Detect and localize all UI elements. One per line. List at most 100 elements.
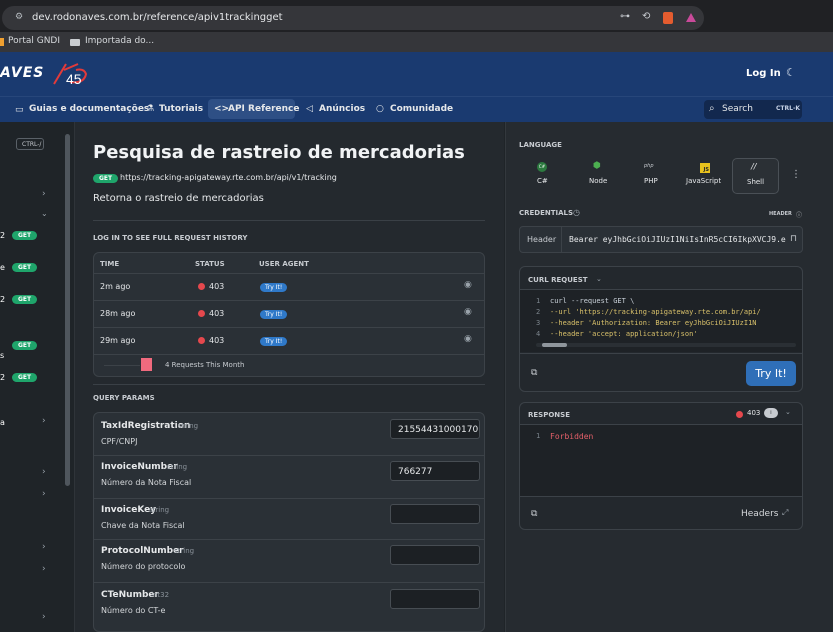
request-history-table: TIME STATUS USER AGENT 2m ago 403 Try It… bbox=[93, 252, 485, 377]
bookmark-imported[interactable]: Importada do... bbox=[85, 36, 154, 46]
curl-request-card: CURL REQUEST ⌄ 1 2 3 4 curl --request GE… bbox=[519, 266, 803, 392]
javascript-icon: JS bbox=[700, 163, 710, 173]
chevron-right-icon[interactable]: › bbox=[42, 416, 46, 426]
csharp-icon: C# bbox=[537, 162, 547, 172]
megaphone-icon: ◁ bbox=[306, 104, 313, 114]
response-headers-link[interactable]: Headers bbox=[741, 509, 778, 519]
copy-icon[interactable]: ⧉ bbox=[531, 509, 537, 519]
chevron-right-icon[interactable]: › bbox=[42, 467, 46, 477]
history-heading[interactable]: LOG IN TO SEE FULL REQUEST HISTORY bbox=[93, 234, 247, 242]
chevron-right-icon[interactable]: › bbox=[42, 612, 46, 622]
invoice-number-input[interactable]: 766277 bbox=[390, 461, 480, 481]
sidebar-scrollbar[interactable] bbox=[65, 134, 70, 486]
sidebar-get-badge: GET bbox=[12, 263, 38, 272]
param-type: string bbox=[178, 422, 199, 430]
param-name: ProtocolNumber bbox=[101, 546, 184, 556]
search-box[interactable]: ⌕ Search CTRL-K bbox=[704, 100, 802, 119]
site-settings-icon[interactable]: ⚙ bbox=[15, 12, 23, 22]
eye-icon[interactable]: ◉ bbox=[464, 280, 472, 290]
response-body: 1 Forbidden bbox=[520, 425, 802, 496]
nav-announcements[interactable]: Anúncios bbox=[319, 104, 365, 114]
chevron-down-icon[interactable]: ⌄ bbox=[785, 408, 791, 416]
endpoint-url[interactable]: https://tracking-apigateway.rte.com.br/a… bbox=[120, 173, 337, 182]
code-scrollbar[interactable] bbox=[536, 343, 796, 347]
nav-tutorials[interactable]: Tutoriais bbox=[159, 104, 203, 114]
col-time: TIME bbox=[100, 260, 120, 268]
language-php[interactable]: php PHP bbox=[631, 160, 673, 192]
share-icon[interactable]: ⟲ bbox=[642, 11, 650, 22]
theme-toggle-icon[interactable]: ☾ bbox=[786, 66, 796, 79]
clock-icon: ◷ bbox=[573, 208, 580, 217]
sidebar-get-badge: GET bbox=[12, 295, 38, 304]
language-node[interactable]: ⬢ Node bbox=[578, 160, 620, 192]
nav-api-reference[interactable]: API Reference bbox=[228, 104, 300, 114]
nav-guides[interactable]: Guias e documentações bbox=[29, 104, 149, 114]
url-text[interactable]: dev.rodonaves.com.br/reference/apiv1trac… bbox=[32, 12, 283, 23]
sidebar-item-fragment[interactable]: 2 bbox=[0, 373, 5, 382]
divider bbox=[93, 384, 485, 385]
triangle-icon[interactable] bbox=[686, 13, 696, 22]
tax-id-input[interactable]: 21554431000170 bbox=[390, 419, 480, 439]
credentials-heading: CREDENTIALS bbox=[519, 209, 574, 217]
try-it-button[interactable]: Try It! bbox=[746, 361, 796, 386]
chevron-right-icon[interactable]: › bbox=[42, 489, 46, 499]
response-info-badge[interactable]: i bbox=[764, 408, 778, 418]
expand-icon[interactable]: ⤢ bbox=[782, 508, 788, 518]
chat-icon: ○ bbox=[376, 104, 384, 114]
code-scrollbar-thumb[interactable] bbox=[542, 343, 567, 347]
row-time: 29m ago bbox=[100, 336, 136, 345]
more-languages-icon[interactable]: ⋮ bbox=[791, 169, 801, 180]
nav-api-reference-tab[interactable]: <> API Reference bbox=[208, 99, 300, 119]
language-label: JavaScript bbox=[686, 177, 722, 185]
page-title: Pesquisa de rastreio de mercadorias bbox=[93, 142, 465, 163]
row-status: 403 bbox=[209, 336, 225, 345]
code-icon: <> bbox=[214, 104, 230, 114]
nav-community[interactable]: Comunidade bbox=[390, 104, 453, 114]
chevron-down-icon[interactable]: ⌄ bbox=[41, 209, 48, 218]
credentials-field[interactable]: Header Bearer eyJhbGciOiJIUzI1NiIsInR5cC… bbox=[519, 226, 803, 253]
language-javascript[interactable]: JS JavaScript bbox=[681, 160, 731, 192]
chevron-right-icon[interactable]: › bbox=[42, 189, 46, 199]
error-dot-icon bbox=[736, 411, 743, 418]
col-status: STATUS bbox=[195, 260, 225, 268]
protocol-number-input[interactable] bbox=[390, 545, 480, 565]
left-sidebar: CTRL-/ › ⌄ 2 GET e GET 2 GET GET s 2 GET… bbox=[0, 122, 75, 632]
sidebar-item-fragment[interactable]: s bbox=[0, 351, 4, 360]
param-desc: Número do protocolo bbox=[101, 562, 186, 571]
cte-number-input[interactable] bbox=[390, 589, 480, 609]
language-label: Node bbox=[589, 177, 608, 185]
chevron-right-icon[interactable]: › bbox=[42, 542, 46, 552]
invoice-key-input[interactable] bbox=[390, 504, 480, 524]
param-type: string bbox=[149, 506, 170, 514]
sidebar-item-fragment[interactable]: e bbox=[0, 263, 5, 272]
table-row[interactable]: 28m ago 403 Try It! ◉ bbox=[94, 301, 484, 327]
search-label: Search bbox=[722, 104, 753, 114]
param-type: string bbox=[167, 463, 188, 471]
php-icon: php bbox=[644, 163, 654, 169]
url-bar[interactable]: ⚙ dev.rodonaves.com.br/reference/apiv1tr… bbox=[2, 6, 704, 30]
language-shell[interactable]: // Shell bbox=[732, 158, 779, 194]
table-row[interactable]: 2m ago 403 Try It! ◉ bbox=[94, 274, 484, 300]
curl-line: curl --request GET \ bbox=[550, 297, 635, 305]
key-icon[interactable]: ⊶ bbox=[620, 11, 630, 22]
eye-icon[interactable]: ◉ bbox=[464, 307, 472, 317]
curl-heading[interactable]: CURL REQUEST bbox=[528, 276, 588, 284]
sparkline bbox=[104, 365, 140, 366]
login-link[interactable]: Log In bbox=[746, 68, 781, 79]
chevron-right-icon[interactable]: › bbox=[42, 564, 46, 574]
language-label: C# bbox=[537, 177, 548, 185]
bookmark-portal[interactable]: Portal GNDI bbox=[8, 36, 60, 46]
sidebar-item-fragment[interactable]: a bbox=[0, 418, 5, 427]
credentials-token[interactable]: Bearer eyJhbGciOiJIUzI1NiIsInR5cCI6IkpXV… bbox=[569, 235, 786, 244]
shield-icon[interactable] bbox=[663, 12, 673, 24]
copy-icon[interactable]: ⧉ bbox=[531, 368, 537, 378]
chevron-down-icon[interactable]: ⌄ bbox=[596, 275, 602, 283]
sidebar-get-badge: GET bbox=[12, 341, 38, 350]
table-row[interactable]: 29m ago 403 Try It! ◉ bbox=[94, 328, 484, 354]
sidebar-item-fragment[interactable]: 2 bbox=[0, 295, 5, 304]
eye-icon[interactable]: ◉ bbox=[464, 334, 472, 344]
sidebar-item-fragment[interactable]: 2 bbox=[0, 231, 5, 240]
language-csharp[interactable]: C# C# bbox=[523, 160, 565, 192]
brand-logo[interactable]: AVES bbox=[0, 65, 44, 81]
param-desc: Número do CT-e bbox=[101, 606, 166, 615]
